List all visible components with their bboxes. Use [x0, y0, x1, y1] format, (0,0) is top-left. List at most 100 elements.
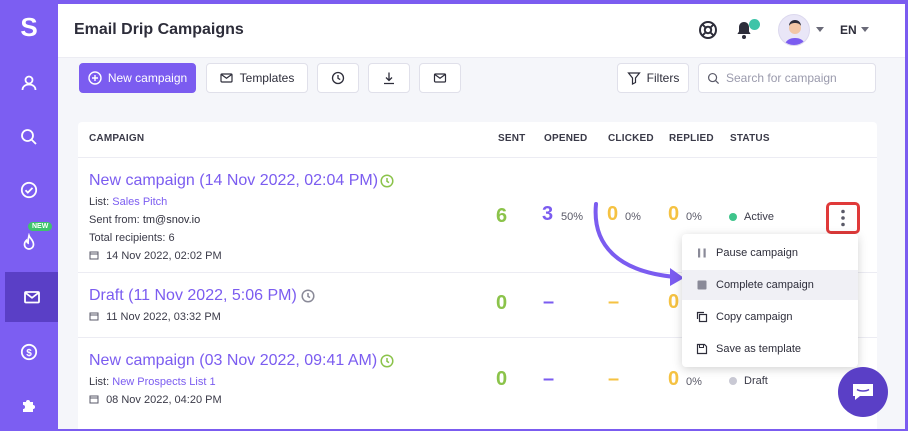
- support-icon[interactable]: [698, 20, 718, 40]
- language-selector[interactable]: EN: [840, 23, 857, 37]
- new-campaign-button[interactable]: New campaign: [79, 63, 196, 93]
- kebab-icon: [841, 209, 845, 227]
- sent-from-value: tm@snov.io: [142, 214, 201, 226]
- status-label: Active: [744, 211, 774, 223]
- chat-icon: [853, 384, 873, 400]
- campaign-sender: Sent from: tm@snov.io: [89, 214, 200, 226]
- user-icon: [21, 75, 37, 91]
- date-value: 08 Nov 2022, 04:20 PM: [106, 394, 222, 406]
- mail-plus-icon: [220, 73, 233, 83]
- chevron-down-icon[interactable]: [861, 27, 869, 33]
- header-campaign: CAMPAIGN: [89, 133, 145, 144]
- menu-item-copy[interactable]: Copy campaign: [682, 302, 858, 332]
- filter-icon: [626, 72, 641, 85]
- clock-icon: [380, 354, 394, 368]
- sent-count: 6: [496, 205, 508, 227]
- campaign-date: 14 Nov 2022, 02:02 PM: [89, 250, 222, 262]
- pause-icon: [698, 248, 706, 258]
- date-value: 14 Nov 2022, 02:02 PM: [106, 250, 222, 262]
- menu-item-label: Save as template: [716, 343, 801, 355]
- toolbar: New campaign Templates Filters: [58, 60, 905, 102]
- clicked-count: –: [608, 368, 620, 390]
- search-box[interactable]: [698, 63, 876, 93]
- sidebar-item-prospects[interactable]: [0, 58, 58, 108]
- save-icon: [696, 343, 708, 355]
- search-icon: [21, 129, 37, 145]
- search-icon: [707, 72, 720, 84]
- list-link[interactable]: New Prospects List 1: [112, 376, 215, 388]
- app-logo[interactable]: S: [0, 12, 58, 43]
- plus-circle-icon: [88, 71, 102, 85]
- top-bar: Email Drip Campaigns EN: [58, 4, 905, 58]
- campaign-title[interactable]: New campaign (03 Nov 2022, 09:41 AM): [89, 352, 377, 370]
- search-input[interactable]: [726, 71, 866, 85]
- date-value: 11 Nov 2022, 03:32 PM: [106, 311, 221, 323]
- stop-icon: [697, 280, 707, 290]
- opened-count: 3: [542, 203, 554, 225]
- campaign-date: 08 Nov 2022, 04:20 PM: [89, 394, 222, 406]
- clock-icon: [380, 174, 394, 188]
- sidebar-item-billing[interactable]: $: [0, 327, 58, 377]
- menu-item-complete[interactable]: Complete campaign: [682, 270, 858, 300]
- campaign-recipients: Total recipients: 6: [89, 232, 175, 244]
- status-label: Draft: [744, 375, 768, 387]
- calendar-icon: [89, 312, 99, 321]
- templates-button[interactable]: Templates: [206, 63, 308, 93]
- list-link[interactable]: Sales Pitch: [112, 196, 167, 208]
- dollar-icon: $: [20, 343, 38, 361]
- campaign-list: List: Sales Pitch: [89, 196, 167, 208]
- header-opened: OPENED: [544, 133, 588, 144]
- chat-button[interactable]: [838, 367, 888, 417]
- copy-icon: [696, 311, 708, 323]
- annotation-arrow: [593, 202, 684, 286]
- campaign-title[interactable]: New campaign (14 Nov 2022, 02:04 PM): [89, 172, 378, 190]
- campaign-actions-menu: Pause campaign Complete campaign Copy ca…: [682, 234, 858, 367]
- sidebar-item-integrations[interactable]: [0, 380, 58, 430]
- filters-label: Filters: [646, 71, 680, 85]
- download-button[interactable]: [368, 63, 410, 93]
- main-area: Email Drip Campaigns EN New campaign Tem…: [58, 4, 905, 429]
- schedule-button[interactable]: [317, 63, 359, 93]
- status-badge: Active: [729, 211, 774, 223]
- new-badge: NEW: [28, 222, 53, 231]
- sidebar-item-search[interactable]: [0, 112, 58, 162]
- avatar[interactable]: [778, 14, 810, 46]
- menu-item-label: Copy campaign: [716, 311, 793, 323]
- mail-icon: [23, 291, 40, 304]
- templates-label: Templates: [239, 71, 295, 85]
- new-campaign-label: New campaign: [107, 71, 188, 85]
- opened-count: –: [543, 368, 555, 390]
- mailbox-button[interactable]: [419, 63, 461, 93]
- menu-item-pause[interactable]: Pause campaign: [682, 238, 858, 268]
- notification-dot: [749, 19, 760, 30]
- flame-icon: [23, 233, 35, 250]
- list-label: List:: [89, 376, 110, 388]
- recipients-label: Total recipients:: [89, 232, 166, 244]
- download-icon: [384, 72, 394, 85]
- mail-icon: [433, 73, 447, 83]
- list-label: List:: [89, 196, 110, 208]
- sidebar-item-campaigns[interactable]: [5, 272, 58, 322]
- chevron-down-icon[interactable]: [816, 27, 824, 33]
- header-status: STATUS: [730, 133, 770, 144]
- page-title: Email Drip Campaigns: [74, 21, 244, 38]
- replied-count: 0: [668, 368, 680, 390]
- sidebar: S NEW $: [0, 0, 58, 431]
- avatar-image: [784, 20, 806, 45]
- header-clicked: CLICKED: [608, 133, 654, 144]
- recipients-value: 6: [168, 232, 175, 244]
- replied-pct: 0%: [686, 376, 702, 388]
- clock-icon: [301, 289, 315, 303]
- menu-item-label: Pause campaign: [716, 247, 798, 259]
- campaign-list: List: New Prospects List 1: [89, 376, 216, 388]
- status-dot: [729, 213, 737, 221]
- puzzle-icon: [23, 400, 35, 412]
- menu-item-save-template[interactable]: Save as template: [682, 334, 858, 364]
- filters-button[interactable]: Filters: [617, 63, 689, 93]
- campaign-title[interactable]: Draft (11 Nov 2022, 5:06 PM): [89, 287, 297, 305]
- sidebar-item-verify[interactable]: [0, 165, 58, 215]
- clock-icon: [331, 71, 345, 85]
- more-actions-button[interactable]: [826, 202, 860, 234]
- check-circle-icon: [20, 181, 38, 199]
- svg-text:$: $: [26, 348, 32, 359]
